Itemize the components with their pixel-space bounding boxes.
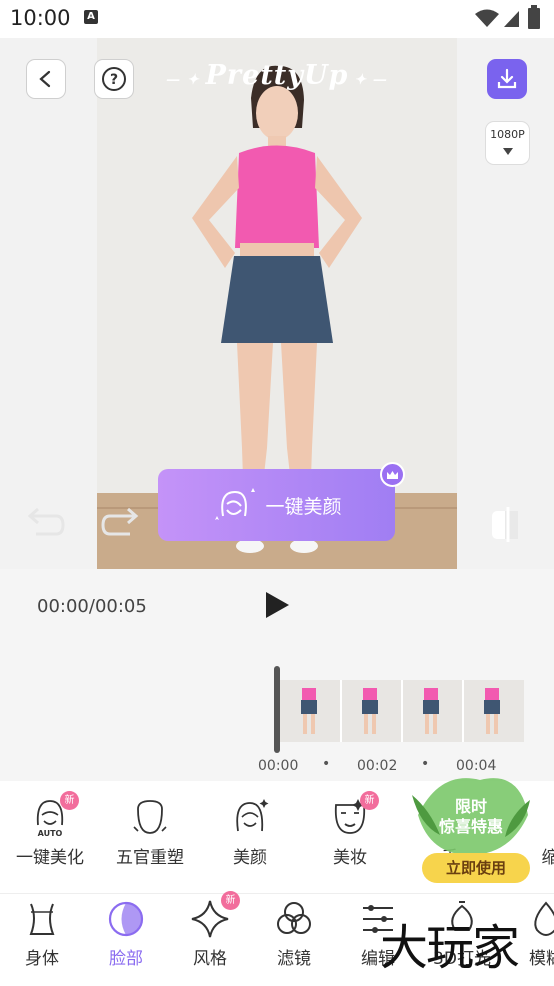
tool-feature-reshape[interactable]: 五官重塑 bbox=[100, 797, 200, 868]
nav-label: 身体 bbox=[25, 949, 59, 969]
face-icon bbox=[108, 901, 144, 937]
tick-dot: • bbox=[322, 756, 331, 772]
svg-text:?: ? bbox=[110, 72, 118, 88]
one-tap-beauty-label: 一键美颜 bbox=[265, 495, 342, 518]
timeline-tick: 00:04 bbox=[456, 758, 497, 774]
signal-icon bbox=[504, 11, 519, 27]
status-bar: 10:00 A bbox=[0, 0, 554, 38]
download-icon bbox=[497, 68, 517, 89]
promo-line1: 限时 bbox=[454, 797, 487, 816]
time-readout: 00:00/00:05 bbox=[37, 596, 147, 617]
wifi-icon bbox=[475, 9, 499, 27]
sparkle-face-icon bbox=[236, 799, 269, 832]
promo-cta-button[interactable]: 立即使用 bbox=[422, 853, 530, 883]
new-badge: 新 bbox=[221, 891, 240, 910]
nav-style[interactable]: 风格 bbox=[168, 898, 252, 969]
notification-icon: A bbox=[84, 10, 98, 24]
timeline-tick: 00:02 bbox=[357, 758, 398, 774]
promo-line2: 惊喜特惠 bbox=[438, 817, 503, 836]
triangle-down-icon bbox=[502, 148, 513, 155]
help-button[interactable]: ? bbox=[94, 59, 134, 99]
tool-one-tap-enhance[interactable]: AUTO 一键美化 bbox=[0, 797, 100, 868]
nav-label: 滤镜 bbox=[277, 949, 311, 969]
crown-icon bbox=[387, 470, 398, 479]
brand-logo: — ✦ PrettyUp ✦ — bbox=[166, 60, 388, 91]
new-badge: 新 bbox=[360, 791, 379, 810]
beauty-face-icon bbox=[215, 488, 256, 520]
undo-icon[interactable] bbox=[26, 506, 66, 540]
svg-text:AUTO: AUTO bbox=[38, 829, 63, 837]
new-badge: 新 bbox=[60, 791, 79, 810]
vip-crown-badge bbox=[380, 462, 405, 487]
resolution-label: 1080P bbox=[490, 128, 525, 141]
nav-face[interactable]: 脸部 bbox=[84, 898, 168, 969]
download-button[interactable] bbox=[487, 59, 527, 99]
drop-icon bbox=[534, 901, 554, 936]
resolution-selector[interactable]: 1080P bbox=[485, 121, 530, 165]
battery-icon bbox=[528, 5, 540, 29]
face-outline-icon bbox=[530, 797, 554, 837]
redo-icon[interactable] bbox=[100, 506, 140, 540]
one-tap-beauty-button[interactable]: 一键美颜 bbox=[158, 469, 395, 541]
back-button[interactable] bbox=[26, 59, 66, 99]
nav-label: 脸部 bbox=[109, 949, 143, 969]
watermark: 大玩家 bbox=[380, 920, 520, 976]
help-icon: ? bbox=[102, 67, 126, 91]
tool-label: 一键美化 bbox=[16, 848, 84, 868]
status-time: 10:00 bbox=[10, 6, 71, 30]
filter-icon bbox=[277, 902, 311, 934]
tool-label: 五官重塑 bbox=[116, 848, 184, 868]
promo-banner[interactable]: 限时 惊喜特惠 立即使用 bbox=[410, 775, 532, 887]
timeline-tick: 00:00 bbox=[258, 758, 299, 774]
frame-strip[interactable] bbox=[280, 680, 524, 742]
tool-label: 美颜 bbox=[233, 848, 267, 868]
play-button[interactable] bbox=[263, 590, 291, 620]
frame-thumbnails bbox=[280, 680, 524, 742]
compare-icon[interactable] bbox=[490, 505, 526, 543]
tool-makeup[interactable]: 美妆 bbox=[300, 797, 400, 868]
nav-filter[interactable]: 滤镜 bbox=[252, 898, 336, 969]
tool-beauty[interactable]: 美颜 bbox=[200, 797, 300, 868]
chevron-left-icon bbox=[39, 70, 51, 88]
tick-dot: • bbox=[421, 756, 430, 772]
tool-label: 美妆 bbox=[333, 848, 367, 868]
face-outline-icon bbox=[133, 800, 167, 834]
body-icon bbox=[29, 903, 55, 935]
nav-label: 风格 bbox=[193, 949, 227, 969]
nav-body[interactable]: 身体 bbox=[0, 898, 84, 969]
